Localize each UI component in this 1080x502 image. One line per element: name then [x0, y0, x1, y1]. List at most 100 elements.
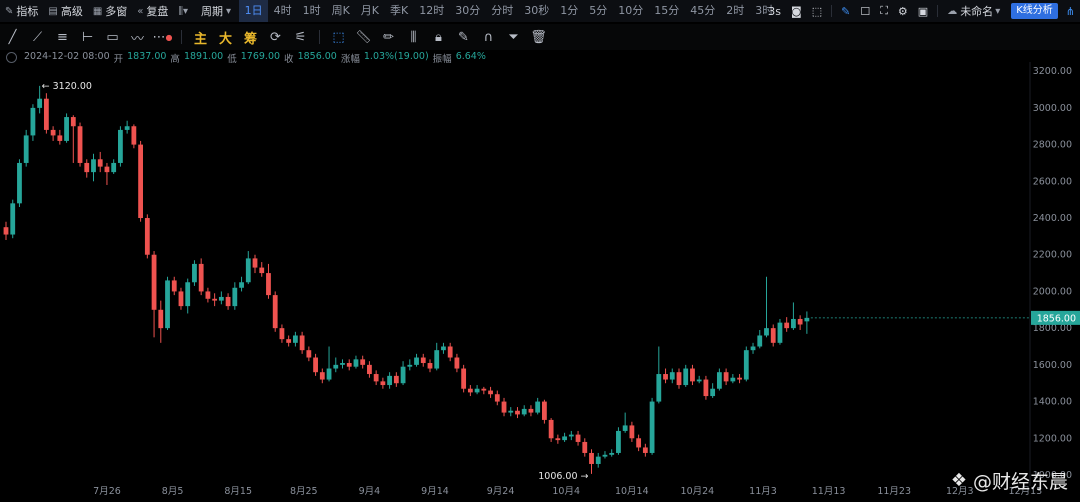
parallel-lines-icon[interactable]: ≡ [53, 26, 73, 48]
candle-body [205, 291, 211, 299]
candle-body [292, 335, 298, 343]
candle-body [642, 447, 648, 453]
period-3[interactable]: 周K [326, 0, 355, 22]
more-tools-icon[interactable]: ⋯ ● [153, 26, 173, 48]
candle-body [97, 159, 103, 167]
rectangle-icon[interactable]: ▭ [103, 26, 123, 48]
period-2[interactable]: 1时 [297, 0, 326, 22]
cursor-icon[interactable]: ⬚ [329, 26, 349, 48]
line-tool-icon[interactable]: ╱ [3, 26, 23, 48]
period-15[interactable]: 2时 [721, 0, 750, 22]
chart-type-button[interactable]: ⫼▾ [173, 0, 196, 22]
candles-icon[interactable]: ⫼ [404, 26, 424, 48]
chip-distribution-button[interactable]: 筹 [241, 26, 261, 48]
period-4[interactable]: 月K [355, 0, 384, 22]
ray-tool-icon[interactable]: ⟋ [28, 26, 48, 48]
replay-button[interactable]: «复盘 [132, 0, 173, 22]
candle-body [427, 363, 433, 369]
trash-icon[interactable]: 🗑︎ [529, 26, 549, 48]
cloud-icon: ☁ [947, 5, 958, 17]
period-9[interactable]: 30秒 [519, 0, 555, 22]
signal-icon[interactable]: ⚟ [291, 26, 311, 48]
expand-icon[interactable]: ⛶ [875, 0, 893, 22]
candlestick-chart[interactable]: 1000.001200.001400.001600.001800.002000.… [0, 62, 1080, 502]
note-icon[interactable]: ✎ [454, 26, 474, 48]
last-price-label: 1856.00 [1037, 313, 1076, 324]
candle-body [43, 98, 49, 130]
advanced-button[interactable]: ▤ 高级 [43, 0, 87, 22]
candle-body [474, 388, 480, 393]
candle-body [239, 282, 244, 288]
period-0[interactable]: 1日 [239, 0, 269, 22]
candle-body [542, 401, 547, 420]
candle-body [400, 366, 406, 384]
candle-body [467, 388, 473, 393]
y-tick-label: 1400.00 [1033, 397, 1072, 408]
candle-body [562, 436, 567, 441]
candle-body [521, 408, 527, 415]
candle-body [461, 368, 467, 389]
candle-body [515, 410, 520, 415]
period-12[interactable]: 10分 [613, 0, 649, 22]
draw-icon[interactable]: ✎ [836, 0, 855, 22]
ruler-icon[interactable]: 📏︎ [354, 26, 374, 48]
filter-icon[interactable]: ⏷ [504, 26, 524, 48]
period-1[interactable]: 4时 [268, 0, 297, 22]
pencil-icon[interactable]: ✏︎ [379, 26, 399, 48]
candle-body [703, 379, 709, 397]
candle-body [616, 430, 621, 453]
candle-body [494, 394, 500, 402]
period-14[interactable]: 45分 [685, 0, 721, 22]
layout-selector[interactable]: ☁ 未命名 ▾ [942, 0, 1008, 22]
lock-icon[interactable]: 🔒︎ [429, 26, 449, 48]
y-tick-label: 2200.00 [1033, 250, 1072, 261]
refresh-interval[interactable]: 3s [763, 0, 786, 22]
fullscreen-icon[interactable]: ⬚ [807, 0, 827, 22]
candle-body [743, 350, 749, 380]
candle-body [676, 372, 682, 386]
share-icon[interactable]: ⋔ [1061, 0, 1080, 22]
period-11[interactable]: 5分 [584, 0, 613, 22]
grid-icon: ▦ [92, 5, 103, 17]
period-10[interactable]: 1分 [555, 0, 584, 22]
candle-body [609, 452, 615, 455]
sync-icon[interactable]: ⟳ [266, 26, 286, 48]
candle-body [326, 368, 332, 380]
brush-icon[interactable]: 〰 [128, 26, 148, 48]
candle-body [259, 267, 265, 274]
main-force-button[interactable]: 主 [191, 26, 211, 48]
horizontal-line-icon[interactable]: ⊢ [78, 26, 98, 48]
period-6[interactable]: 12时 [414, 0, 450, 22]
candles-icon: ⫼▾ [178, 5, 189, 17]
multi-window-button[interactable]: ▦ 多窗 [88, 0, 132, 22]
period-5[interactable]: 季K [385, 0, 414, 22]
candle-body [690, 368, 695, 382]
settings-icon[interactable]: ⚙ [893, 0, 913, 22]
camera-icon[interactable]: ◙ [786, 0, 807, 22]
candle-body [757, 335, 763, 347]
indicators-button[interactable]: ✎ 指标 [0, 0, 43, 22]
kline-analysis-button[interactable]: K线分析 [1011, 3, 1058, 19]
candle-body [784, 322, 790, 329]
candle-body [656, 374, 662, 402]
magnet-icon[interactable]: ∩ [479, 26, 499, 48]
period-dropdown[interactable]: 周期 ▾ [196, 0, 239, 22]
period-8[interactable]: 分时 [486, 0, 519, 22]
save-icon[interactable]: ▣ [913, 0, 933, 22]
candle-body [568, 434, 574, 437]
big-order-button[interactable]: 大 [216, 26, 236, 48]
candle-body [367, 364, 372, 375]
candle-body [764, 328, 769, 336]
checkbox-icon[interactable]: ☐ [855, 0, 875, 22]
advanced-icon: ▤ [48, 5, 58, 17]
period-7[interactable]: 30分 [450, 0, 486, 22]
candle-body [582, 441, 588, 453]
candle-body [212, 298, 218, 301]
watermark: ❖ @财经东晨 [951, 467, 1068, 494]
top-toolbar: ✎ 指标 ▤ 高级 ▦ 多窗 «复盘 ⫼▾ 周期 ▾ 1日 4时 1时 周K 月K 季K 12时 30… [0, 0, 1080, 22]
candle-body [333, 364, 339, 369]
candle-body [286, 339, 292, 343]
candle-body [548, 419, 554, 439]
period-13[interactable]: 15分 [649, 0, 685, 22]
candle-body [111, 162, 117, 173]
